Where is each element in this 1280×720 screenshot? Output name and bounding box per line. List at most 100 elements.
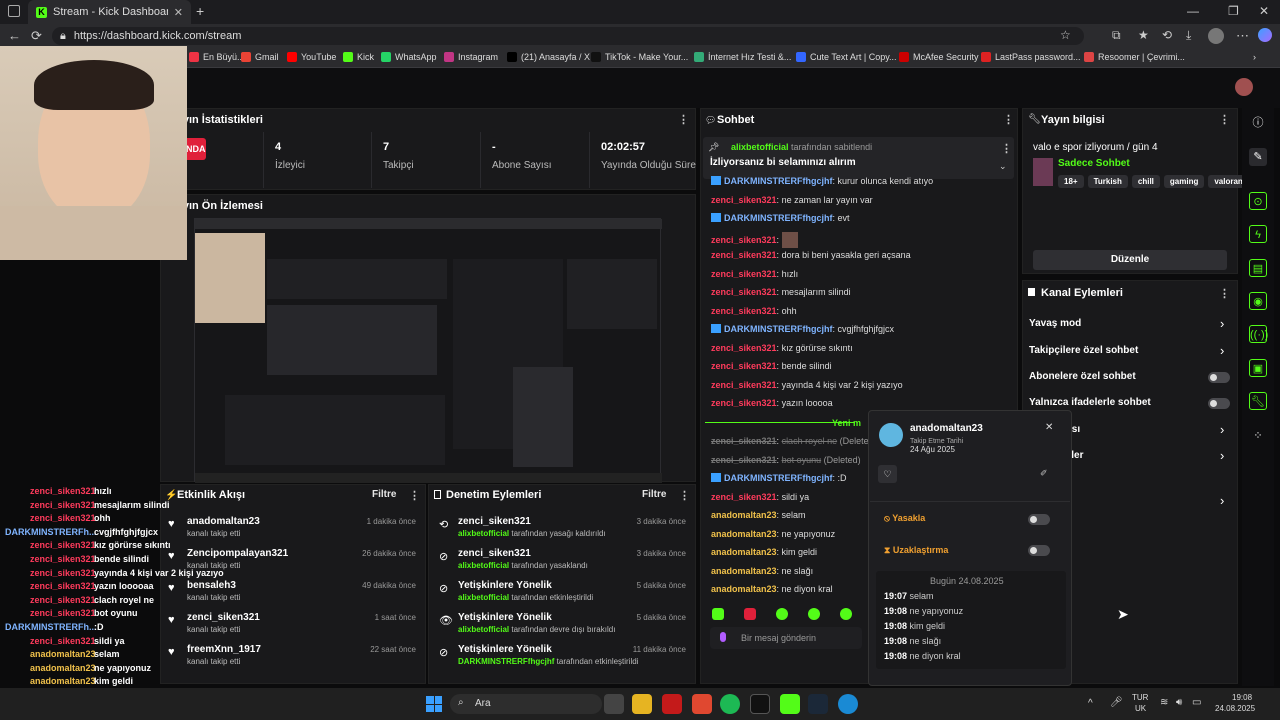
- moderation-target[interactable]: Yetişkinlere Yönelik: [458, 580, 552, 591]
- user-avatar[interactable]: [1235, 78, 1253, 96]
- more-menu-icon[interactable]: ⋯: [1236, 28, 1249, 44]
- pinned-collapse-icon[interactable]: ⌄: [999, 161, 1007, 172]
- storage-icon[interactable]: ▣: [1249, 359, 1267, 377]
- bookmark-item[interactable]: Kick: [343, 52, 374, 62]
- tools-icon[interactable]: 🔧︎: [1249, 392, 1267, 410]
- moderation-target[interactable]: Yetişkinlere Yönelik: [458, 612, 552, 623]
- task-view-icon[interactable]: [604, 694, 624, 714]
- emote-icon[interactable]: [840, 608, 852, 620]
- stats-menu-icon[interactable]: ⋮: [678, 113, 689, 126]
- chat-username[interactable]: DARKMINSTRERFfhgcjhf: [724, 324, 833, 334]
- download-icon[interactable]: ⤓: [1186, 28, 1191, 43]
- chat-username[interactable]: zenci_siken321: [711, 195, 777, 205]
- favorites-icon[interactable]: ★: [1138, 28, 1149, 42]
- chat-username[interactable]: zenci_siken321: [711, 343, 777, 353]
- chat-username[interactable]: zenci_siken321: [711, 250, 777, 260]
- tray-arrow-icon[interactable]: ^: [1088, 698, 1093, 709]
- channel-action-label[interactable]: Yalnızca ifadelerle sohbet: [1029, 397, 1151, 408]
- chat-username[interactable]: DARKMINSTRERFfhgcjhf: [724, 473, 833, 483]
- wifi-icon[interactable]: ≋: [1160, 697, 1168, 708]
- chat-message[interactable]: anadomaltan23: kim geldi: [711, 547, 817, 557]
- activity-user[interactable]: bensaleh3: [187, 580, 236, 591]
- kick-app-icon[interactable]: [780, 694, 800, 714]
- edit-icon[interactable]: ✎: [1249, 148, 1267, 166]
- chat-bubble-icon[interactable]: ◉: [1249, 292, 1267, 310]
- clock-date[interactable]: 24.08.2025: [1215, 704, 1255, 713]
- chat-message[interactable]: zenci_siken321: clach royel ne (Deleted): [711, 436, 877, 446]
- close-tab-icon[interactable]: ✕: [174, 6, 183, 19]
- tab-actions-icon[interactable]: [8, 5, 20, 17]
- bookmark-item[interactable]: WhatsApp: [381, 52, 437, 62]
- broadcast-icon[interactable]: ((·)): [1249, 325, 1268, 343]
- close-window-icon[interactable]: ✕: [1259, 4, 1269, 18]
- crosshair-icon[interactable]: ⊙: [1249, 192, 1267, 210]
- bookmark-item[interactable]: Instagram: [444, 52, 498, 62]
- chat-username[interactable]: anadomaltan23: [711, 584, 777, 594]
- back-icon[interactable]: ←: [8, 28, 21, 43]
- chat-message[interactable]: DARKMINSTRERFfhgcjhf: cvgjfhfghjfgjcx: [711, 324, 894, 334]
- activity-menu-icon[interactable]: ⋮: [409, 489, 420, 502]
- bookmark-item[interactable]: McAfee Security: [899, 52, 979, 62]
- stream-preview-video[interactable]: [194, 218, 662, 483]
- chat-message[interactable]: zenci_siken321: kız görürse sıkıntı: [711, 343, 853, 353]
- chat-message[interactable]: zenci_siken321: ohh: [711, 306, 797, 316]
- stream-tag[interactable]: Turkish: [1087, 175, 1128, 188]
- chat-username[interactable]: anadomaltan23: [711, 529, 777, 539]
- profile-avatar[interactable]: [1208, 28, 1224, 44]
- copilot-icon[interactable]: [1258, 28, 1272, 42]
- chat-message[interactable]: zenci_siken321: ne zaman lar yayın var: [711, 195, 873, 205]
- moderation-target[interactable]: Yetişkinlere Yönelik: [458, 644, 552, 655]
- edge-icon[interactable]: [838, 694, 858, 714]
- minimize-icon[interactable]: —: [1187, 4, 1199, 18]
- chat-username[interactable]: zenci_siken321: [711, 436, 777, 446]
- activity-filter-button[interactable]: Filtre: [372, 489, 396, 500]
- chat-message[interactable]: anadomaltan23: ne diyon kral: [711, 584, 833, 594]
- chevron-right-icon[interactable]: ›: [1220, 422, 1224, 437]
- chat-message[interactable]: anadomaltan23: ne yapıyonuz: [711, 529, 835, 539]
- chat-username[interactable]: zenci_siken321: [711, 492, 777, 502]
- chat-username[interactable]: DARKMINSTRERFfhgcjhf: [724, 176, 833, 186]
- emote-icon[interactable]: [712, 608, 724, 620]
- bookmark-item[interactable]: En Büyü...: [189, 52, 245, 62]
- chat-message[interactable]: zenci_siken321: dora bi beni yasakla ger…: [711, 250, 911, 260]
- chat-username[interactable]: zenci_siken321: [711, 306, 777, 316]
- browser-tab[interactable]: K Stream - Kick Dashboard ✕: [28, 0, 191, 24]
- moderation-filter-button[interactable]: Filtre: [642, 489, 666, 500]
- mic-icon[interactable]: 🎤︎: [1110, 697, 1123, 708]
- activity-user[interactable]: zenci_siken321: [187, 612, 260, 623]
- chat-message[interactable]: DARKMINSTRERFfhgcjhf: evt: [711, 213, 850, 223]
- popup-username[interactable]: anadomaltan23: [910, 423, 983, 434]
- chat-username[interactable]: DARKMINSTRERFfhgcjhf: [724, 213, 833, 223]
- start-icon[interactable]: [426, 696, 442, 712]
- activity-user[interactable]: Zencipompalayan321: [187, 548, 288, 559]
- moderation-target[interactable]: zenci_siken321: [458, 516, 531, 527]
- bookmark-item[interactable]: (21) Anasayfa / X: [507, 52, 590, 62]
- stream-tag[interactable]: gaming: [1163, 175, 1205, 188]
- ban-toggle[interactable]: [1028, 514, 1050, 525]
- chat-username[interactable]: zenci_siken321: [711, 455, 777, 465]
- chat-message[interactable]: zenci_siken321: yazın looooa: [711, 398, 833, 408]
- chat-username[interactable]: zenci_siken321: [711, 361, 777, 371]
- address-bar[interactable]: 🔒︎ https://dashboard.kick.com/stream: [52, 27, 1084, 45]
- taskbar-search[interactable]: [450, 694, 602, 714]
- channel-action-toggle[interactable]: [1208, 398, 1230, 409]
- chat-message[interactable]: DARKMINSTRERFfhgcjhf: kurur olunca kendi…: [711, 176, 933, 186]
- chat-message[interactable]: anadomaltan23: selam: [711, 510, 806, 520]
- clock-time[interactable]: 19:08: [1232, 693, 1252, 702]
- stream-info-menu-icon[interactable]: ⋮: [1219, 113, 1230, 126]
- maximize-icon[interactable]: ❐: [1228, 4, 1239, 18]
- chat-username[interactable]: zenci_siken321: [711, 269, 777, 279]
- spotify-icon[interactable]: [720, 694, 740, 714]
- chat-message[interactable]: zenci_siken321: hızlı: [711, 269, 798, 279]
- popup-pin-icon[interactable]: ✐: [1040, 468, 1048, 479]
- chevron-right-icon[interactable]: ›: [1220, 316, 1224, 331]
- channel-action-label[interactable]: Abonelere özel sohbet: [1029, 371, 1136, 382]
- chat-username[interactable]: zenci_siken321: [711, 235, 777, 245]
- app-icon[interactable]: [692, 694, 712, 714]
- favorite-star-icon[interactable]: ☆: [1060, 28, 1071, 42]
- bookmark-item[interactable]: LastPass password...: [981, 52, 1081, 62]
- channel-actions-menu-icon[interactable]: ⋮: [1219, 287, 1230, 300]
- channel-action-label[interactable]: Takipçilere özel sohbet: [1029, 345, 1138, 356]
- chat-username[interactable]: anadomaltan23: [711, 510, 777, 520]
- lang-indicator[interactable]: TUR: [1132, 693, 1148, 702]
